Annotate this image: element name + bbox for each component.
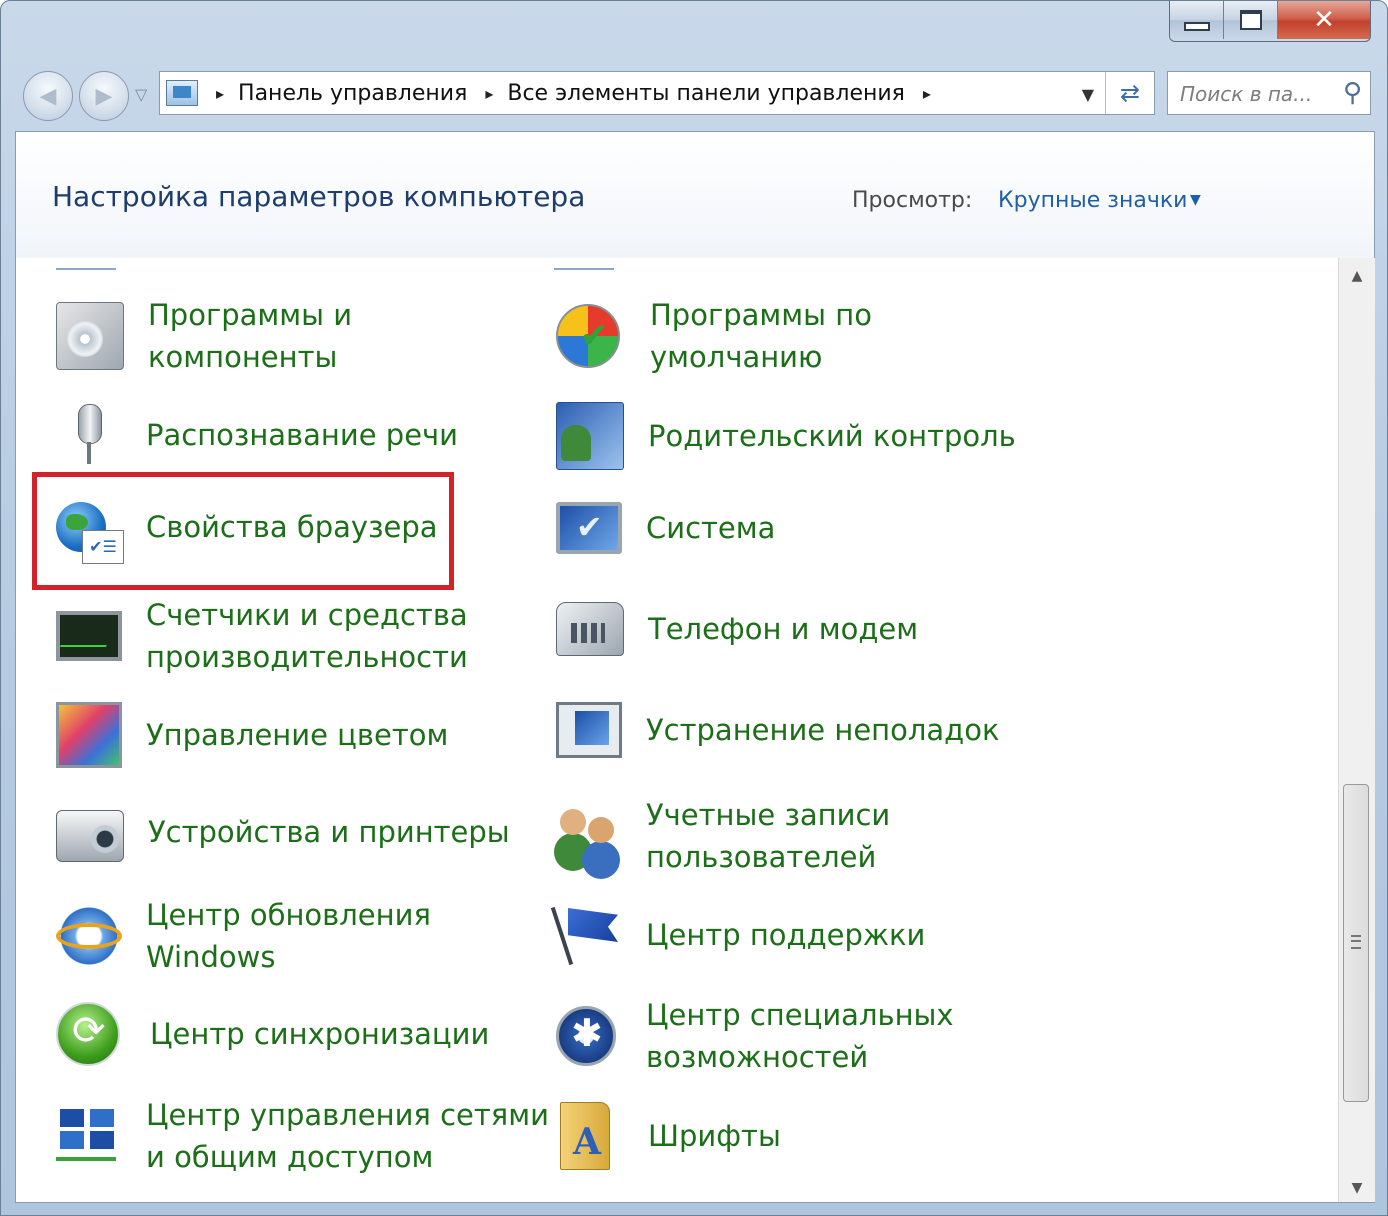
forward-button[interactable]: ▶ — [79, 71, 129, 121]
search-input[interactable] — [1178, 78, 1332, 110]
recent-pages-dropdown[interactable]: ▽ — [135, 85, 147, 104]
breadcrumb-separator[interactable]: ▸ — [923, 84, 931, 103]
item-performance[interactable]: Счетчики и средства производительности — [56, 594, 468, 678]
breadcrumb-separator[interactable]: ▸ — [216, 84, 224, 103]
item-label: Шрифты — [648, 1119, 781, 1153]
default-programs-icon — [556, 304, 620, 368]
maximize-button[interactable] — [1224, 1, 1278, 39]
forward-arrow-icon: ▶ — [95, 83, 113, 109]
item-label: Центр поддержки — [646, 918, 926, 952]
item-label: Центр синхронизации — [150, 1017, 490, 1051]
item-label: Устранение неполадок — [646, 713, 1000, 747]
scroll-down-arrow-icon[interactable]: ▼ — [1339, 1180, 1375, 1196]
printer-icon — [56, 810, 124, 862]
item-label: Центр обновления Windows — [146, 898, 431, 974]
navigation-bar: ◀ ▶ ▽ ▸ Панель управления ▸ Все элементы… — [1, 63, 1388, 125]
programs-features-icon — [56, 302, 124, 370]
item-default-programs[interactable]: Программы по умолчанию — [556, 294, 872, 378]
item-label: Распознавание речи — [146, 418, 459, 452]
item-label: Устройства и принтеры — [148, 815, 510, 849]
breadcrumb-all-items[interactable]: Все элементы панели управления — [507, 81, 905, 106]
maximize-icon — [1239, 10, 1262, 30]
item-label: Программы и компоненты — [148, 298, 353, 374]
item-fonts[interactable]: Шрифты — [556, 1102, 781, 1170]
content-header: Настройка параметров компьютера Просмотр… — [16, 132, 1374, 258]
content-pane: Настройка параметров компьютера Просмотр… — [15, 131, 1375, 1203]
system-icon — [556, 502, 622, 554]
minimize-icon — [1183, 21, 1210, 31]
performance-icon — [56, 611, 122, 661]
phone-icon — [556, 602, 624, 656]
item-label: Управление цветом — [146, 718, 449, 752]
flag-icon — [556, 902, 622, 968]
search-icon[interactable]: ⚲ — [1343, 78, 1362, 108]
item-label: Родительский контроль — [648, 419, 1016, 453]
item-windows-update[interactable]: Центр обновления Windows — [56, 894, 431, 978]
scroll-up-arrow-icon[interactable]: ▲ — [1339, 268, 1375, 284]
item-label: Учетные записи пользователей — [646, 798, 891, 874]
item-system[interactable]: Система — [556, 502, 775, 554]
windows-update-icon — [56, 903, 122, 969]
users-icon — [556, 803, 622, 869]
item-color-management[interactable]: Управление цветом — [56, 702, 448, 768]
item-label: Центр управления сетями и общим доступом — [146, 1098, 549, 1174]
breadcrumb-control-panel[interactable]: Панель управления — [238, 81, 467, 106]
breadcrumb-separator[interactable]: ▸ — [485, 84, 493, 103]
minimize-button[interactable] — [1170, 1, 1224, 39]
item-troubleshooting[interactable]: Устранение неполадок — [556, 702, 999, 758]
highlight-frame — [32, 472, 454, 590]
item-user-accounts[interactable]: Учетные записи пользователей — [556, 794, 890, 878]
back-button[interactable]: ◀ — [23, 71, 73, 121]
scroll-thumb[interactable] — [1343, 784, 1369, 1102]
troubleshooting-icon — [556, 702, 622, 758]
item-label: Система — [646, 511, 776, 545]
fonts-icon — [560, 1102, 610, 1170]
item-label: Центр специальных возможностей — [646, 998, 954, 1074]
item-programs-features[interactable]: Программы и компоненты — [56, 294, 352, 378]
caption-buttons: ✕ — [1169, 1, 1371, 42]
item-phone-modem[interactable]: Телефон и модем — [556, 602, 918, 656]
vertical-scrollbar[interactable]: ▲ ▼ — [1338, 258, 1375, 1202]
item-ease-of-access[interactable]: Центр специальных возможностей — [556, 994, 954, 1078]
items-list: Программы и компоненты Распознавание реч… — [16, 258, 1338, 1202]
refresh-icon: ⇄ — [1119, 79, 1141, 107]
network-icon — [56, 1103, 122, 1169]
item-network-center[interactable]: Центр управления сетями и общим доступом — [56, 1094, 549, 1178]
partial-item-icon — [56, 258, 116, 270]
close-icon: ✕ — [1313, 5, 1335, 35]
address-dropdown-icon[interactable]: ▼ — [1082, 85, 1094, 104]
view-mode-dropdown[interactable]: Крупные значки — [998, 188, 1187, 213]
color-management-icon — [56, 702, 122, 768]
item-label: Программы по умолчанию — [650, 298, 872, 374]
microphone-icon — [56, 402, 122, 468]
page-title: Настройка параметров компьютера — [52, 180, 586, 213]
item-action-center[interactable]: Центр поддержки — [556, 902, 925, 968]
item-sync-center[interactable]: Центр синхронизации — [56, 1002, 489, 1066]
close-button[interactable]: ✕ — [1278, 1, 1370, 39]
item-label: Телефон и модем — [648, 612, 919, 646]
item-parental-controls[interactable]: Родительский контроль — [556, 402, 1016, 470]
search-box[interactable]: ⚲ — [1167, 71, 1371, 115]
back-arrow-icon: ◀ — [39, 83, 57, 109]
address-bar[interactable]: ▸ Панель управления ▸ Все элементы панел… — [159, 71, 1155, 115]
item-devices-printers[interactable]: Устройства и принтеры — [56, 802, 510, 862]
parental-controls-icon — [556, 402, 624, 470]
sync-center-icon — [56, 1002, 120, 1066]
control-panel-window: ✕ ◀ ▶ ▽ ▸ Панель управления ▸ Все элемен… — [0, 0, 1388, 1216]
view-dropdown-arrow-icon[interactable]: ▼ — [1190, 192, 1201, 208]
grip-icon — [1351, 935, 1361, 949]
partial-item-icon — [554, 258, 614, 270]
item-label: Счетчики и средства производительности — [146, 598, 468, 674]
ease-of-access-icon — [556, 1006, 616, 1066]
control-panel-icon — [166, 80, 198, 106]
view-label: Просмотр: — [852, 188, 973, 213]
item-speech-recognition[interactable]: Распознавание речи — [56, 402, 458, 468]
refresh-button[interactable]: ⇄ — [1105, 72, 1154, 114]
